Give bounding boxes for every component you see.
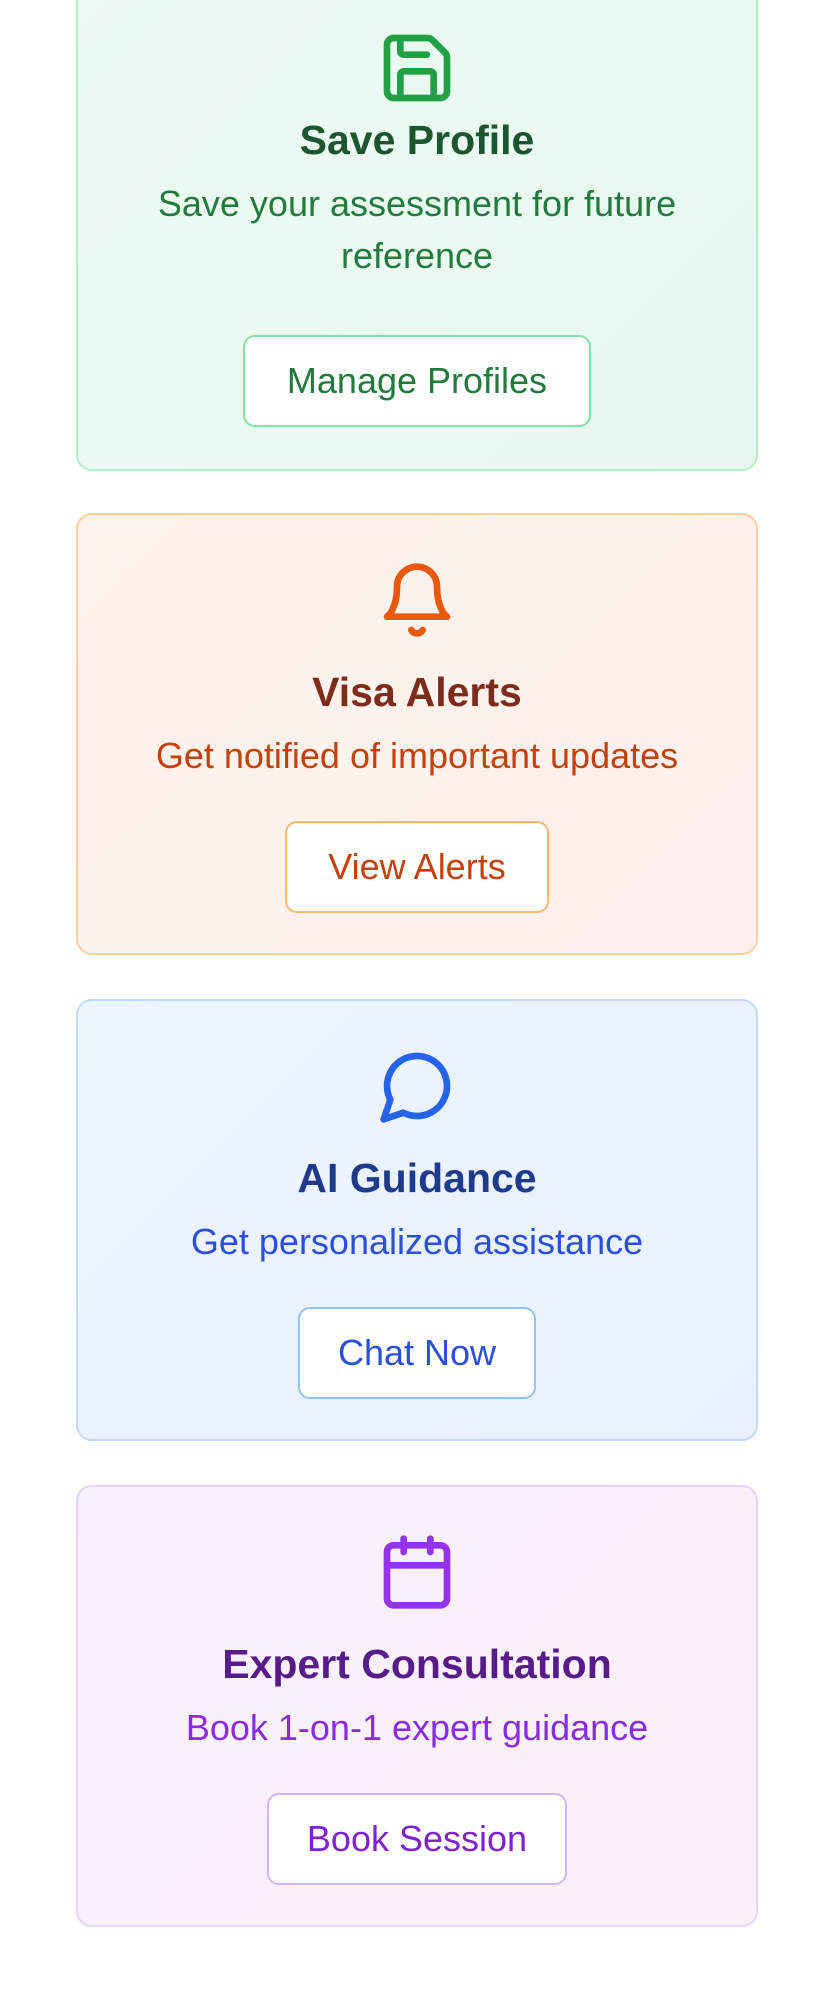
card-description: Book 1-on-1 expert guidance — [185, 1707, 649, 1748]
card-title: AI Guidance — [297, 1155, 537, 1201]
calendar-icon — [383, 1535, 451, 1609]
visa-alerts-card: Visa Alerts Get notified of important up… — [76, 513, 758, 955]
card-description: Get personalized assistance — [190, 1221, 644, 1262]
book-session-button[interactable]: Book Session — [267, 1793, 567, 1885]
ai-guidance-card: AI Guidance Get personalized assistance … — [76, 999, 758, 1441]
card-title: Visa Alerts — [312, 669, 522, 715]
save-icon — [383, 34, 451, 102]
view-alerts-button[interactable]: View Alerts — [285, 821, 549, 913]
bell-icon — [383, 563, 451, 637]
card-title: Expert Consultation — [222, 1641, 612, 1687]
card-description: Save your assessment for future referenc… — [157, 183, 677, 276]
card-description: Get notified of important updates — [155, 735, 679, 776]
chat-icon — [380, 1052, 451, 1123]
card-title: Save Profile — [299, 117, 535, 163]
expert-consultation-card: Expert Consultation Book 1-on-1 expert g… — [76, 1485, 758, 1927]
manage-profiles-button[interactable]: Manage Profiles — [243, 335, 591, 427]
chat-now-button[interactable]: Chat Now — [298, 1307, 536, 1399]
save-profile-card: Save Profile Save your assessment for fu… — [76, 0, 758, 471]
